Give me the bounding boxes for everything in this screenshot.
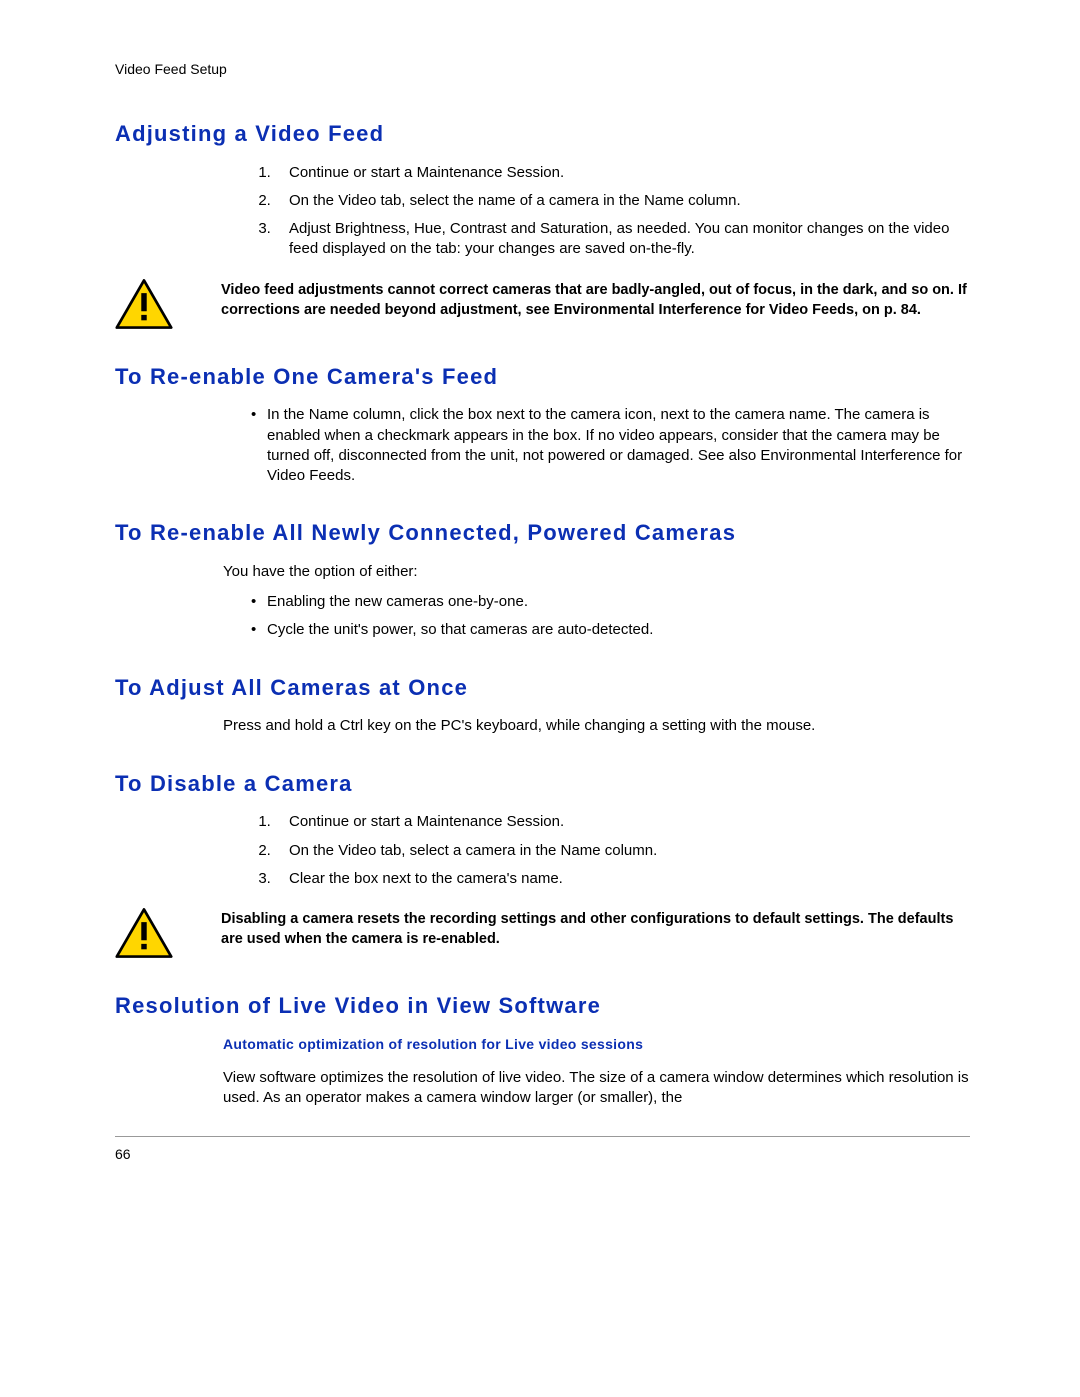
warning-text: Disabling a camera resets the recording … [221,907,970,950]
heading-reenable-one: To Re-enable One Camera's Feed [115,362,970,392]
list-reenable-one: In the Name column, click the box next t… [223,405,970,486]
heading-adjust-all: To Adjust All Cameras at Once [115,673,970,703]
list-reenable-all: Enabling the new cameras one-by-one. Cyc… [223,592,970,641]
list-item: Cycle the unit's power, so that cameras … [251,620,970,640]
content-reenable-one: In the Name column, click the box next t… [223,405,970,486]
warning-triangle-icon [115,907,173,959]
heading-resolution: Resolution of Live Video in View Softwar… [115,991,970,1021]
content-resolution: View software optimizes the resolution o… [223,1068,970,1109]
content-reenable-all: You have the option of either: Enabling … [223,562,970,641]
heading-adjusting-video-feed: Adjusting a Video Feed [115,119,970,149]
warning-disable: Disabling a camera resets the recording … [115,907,970,959]
heading-reenable-all: To Re-enable All Newly Connected, Powere… [115,518,970,548]
list-item: Continue or start a Maintenance Session. [275,163,970,183]
list-item: Continue or start a Maintenance Session. [275,812,970,832]
warning-adjusting: Video feed adjustments cannot correct ca… [115,278,970,330]
list-item: In the Name column, click the box next t… [251,405,970,486]
paragraph-reenable-intro: You have the option of either: [223,562,970,582]
warning-text: Video feed adjustments cannot correct ca… [221,278,970,321]
list-adjusting-steps: Continue or start a Maintenance Session.… [223,163,970,260]
heading-disable-camera: To Disable a Camera [115,769,970,799]
document-page: Video Feed Setup Adjusting a Video Feed … [0,0,1080,1397]
paragraph-resolution: View software optimizes the resolution o… [223,1068,970,1109]
subheading-auto-optimization: Automatic optimization of resolution for… [223,1035,970,1054]
list-item: Adjust Brightness, Hue, Contrast and Sat… [275,219,970,260]
running-header: Video Feed Setup [115,60,970,79]
list-disable-steps: Continue or start a Maintenance Session.… [223,812,970,889]
content-disable: Continue or start a Maintenance Session.… [223,812,970,889]
content-adjust-all: Press and hold a Ctrl key on the PC's ke… [223,716,970,736]
list-item: On the Video tab, select the name of a c… [275,191,970,211]
list-item: Enabling the new cameras one-by-one. [251,592,970,612]
content-adjusting: Continue or start a Maintenance Session.… [223,163,970,260]
list-item: On the Video tab, select a camera in the… [275,841,970,861]
page-number: 66 [115,1145,970,1164]
warning-triangle-icon [115,278,173,330]
list-item: Clear the box next to the camera's name. [275,869,970,889]
footer-divider [115,1136,970,1137]
paragraph-adjust-all: Press and hold a Ctrl key on the PC's ke… [223,716,970,736]
